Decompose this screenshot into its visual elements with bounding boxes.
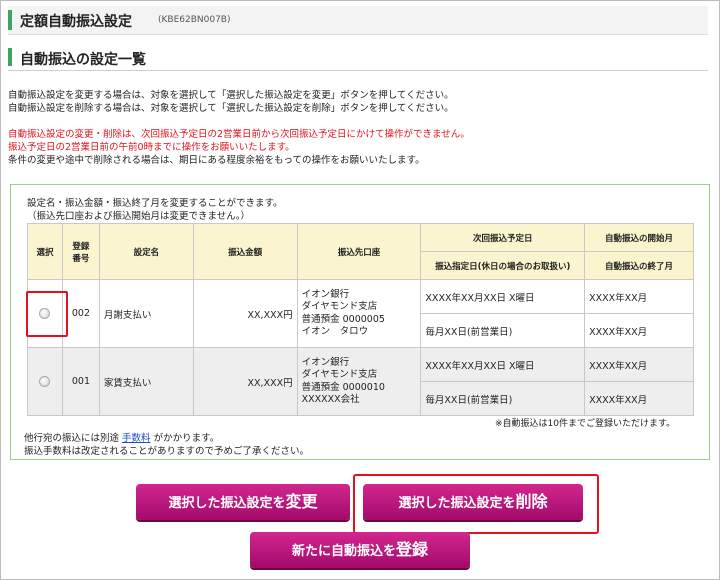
dest-holder: イオン タロウ (301, 326, 369, 337)
box-intro-line-1: 設定名・振込金額・振込終了月を変更することができます。 (27, 198, 283, 209)
amount-cell: XX,XXX円 (192, 279, 298, 348)
fee-pre: 他行宛の振込には別途 (24, 433, 123, 444)
col-reg-no-line-1: 登録 (72, 241, 90, 252)
dest-account: 普通預金 0000005 (301, 313, 385, 325)
col-reg-no: 登録 番号 (61, 223, 100, 280)
fee-line-1: 他行宛の振込には別途 手数料 がかかります。 (24, 432, 309, 445)
radio-highlight (26, 291, 68, 337)
end-month-cell: XXXX年XX月 (584, 381, 694, 416)
col-specified: 振込指定日(休日の場合のお取扱い) (420, 251, 586, 280)
reg-no-cell: 001 (61, 347, 100, 416)
warning-line-2: 振込予定日の2営業日前の午前0時までに操作をお願いいたします。 (8, 142, 295, 153)
col-name: 設定名 (98, 223, 194, 280)
dest-cell: イオン銀行 ダイヤモンド支店 普通預金 0000005 イオン タロウ (296, 279, 422, 348)
next-date-cell: XXXX年XX月XX日 X曜日 (420, 279, 586, 314)
screen-code: (KBE62BN007B) (158, 15, 231, 25)
section-accent (8, 48, 12, 66)
dest-branch: ダイヤモンド支店 (301, 301, 378, 312)
section-header: 自動振込の設定一覧 (8, 44, 708, 71)
warning-note: 条件の変更や途中で削除される場合は、期日にある程度余裕をもっての操作をお願いいた… (8, 155, 425, 166)
specified-cell: 毎月XX日(前営業日) (420, 381, 586, 416)
table-row[interactable]: 001 家賃支払い XX,XXX円 イオン銀行 ダイヤモンド支店 普通預金 00… (27, 347, 694, 416)
page-title: 定額自動振込設定 (20, 14, 132, 30)
col-select: 選択 (27, 223, 63, 280)
page-header: 定額自動振込設定 (KBE62BN007B) (8, 6, 708, 35)
amount-cell: XX,XXX円 (192, 347, 298, 416)
col-start-month: 自動振込の開始月 (584, 223, 694, 252)
fee-link[interactable]: 手数料 (122, 433, 151, 444)
select-cell[interactable] (27, 347, 63, 416)
box-intro-line-2: （振込先口座および振込開始月は変更できません。） (27, 211, 250, 222)
end-month-cell: XXXX年XX月 (584, 313, 694, 348)
change-button[interactable]: 選択した振込設定を変更 (136, 484, 350, 520)
specified-cell: 毎月XX日(前営業日) (420, 313, 586, 348)
dest-bank: イオン銀行 (301, 356, 350, 368)
name-cell: 家賃支払い (98, 347, 194, 416)
box-intro: 設定名・振込金額・振込終了月を変更することができます。 （振込先口座および振込開… (27, 197, 283, 223)
dest-cell: イオン銀行 ダイヤモンド支店 普通預金 0000010 XXXXXX会社 (296, 347, 422, 416)
col-dest: 振込先口座 (296, 223, 422, 280)
col-next-date: 次回振込予定日 (420, 223, 586, 252)
warning-line-1: 自動振込設定の変更・削除は、次回振込予定日の2営業日前から次回振込予定日にかけて… (8, 129, 470, 140)
register-button[interactable]: 新たに自動振込を登録 (250, 532, 470, 568)
col-end-month: 自動振込の終了月 (584, 251, 694, 280)
limit-note: ※自動振込は10件までご登録いただけます。 (495, 419, 676, 429)
fee-line-2: 振込手数料は改定されることがありますので予めご了承ください。 (24, 446, 310, 457)
start-month-cell: XXXX年XX月 (584, 347, 694, 382)
table-row[interactable]: 002 月謝支払い XX,XXX円 イオン銀行 ダイヤモンド支店 普通預金 00… (27, 279, 694, 348)
instruction-delete: 自動振込設定を削除する場合は、対象を選択して「選択した振込設定を削除」ボタンを押… (8, 103, 454, 114)
fee-post: がかかります。 (150, 433, 220, 444)
settings-table: 選択 登録 番号 設定名 振込金額 振込先口座 次回振込予定日 自動振込の開始月… (27, 223, 694, 416)
col-amount: 振込金額 (192, 223, 298, 280)
register-button-label: 新たに自動振込を (291, 544, 396, 559)
select-radio[interactable] (39, 376, 51, 387)
delete-button-highlight (353, 474, 599, 534)
change-button-label-big: 変更 (285, 492, 318, 511)
col-reg-no-line-2: 番号 (72, 253, 90, 264)
dest-holder: XXXXXX会社 (301, 394, 360, 405)
dest-branch: ダイヤモンド支店 (301, 369, 378, 380)
start-month-cell: XXXX年XX月 (584, 279, 694, 314)
instruction-change: 自動振込設定を変更する場合は、対象を選択して「選択した振込設定を変更」ボタンを押… (8, 90, 454, 101)
dest-bank: イオン銀行 (301, 288, 350, 300)
register-button-label-big: 登録 (396, 540, 429, 559)
name-cell: 月謝支払い (98, 279, 194, 348)
change-button-label: 選択した振込設定を (168, 496, 286, 511)
fee-note: 他行宛の振込には別途 手数料 がかかります。 振込手数料は改定されることがありま… (24, 432, 309, 458)
section-title: 自動振込の設定一覧 (20, 52, 146, 68)
next-date-cell: XXXX年XX月XX日 X曜日 (420, 347, 586, 382)
dest-account: 普通預金 0000010 (301, 381, 385, 393)
header-accent (8, 10, 12, 30)
